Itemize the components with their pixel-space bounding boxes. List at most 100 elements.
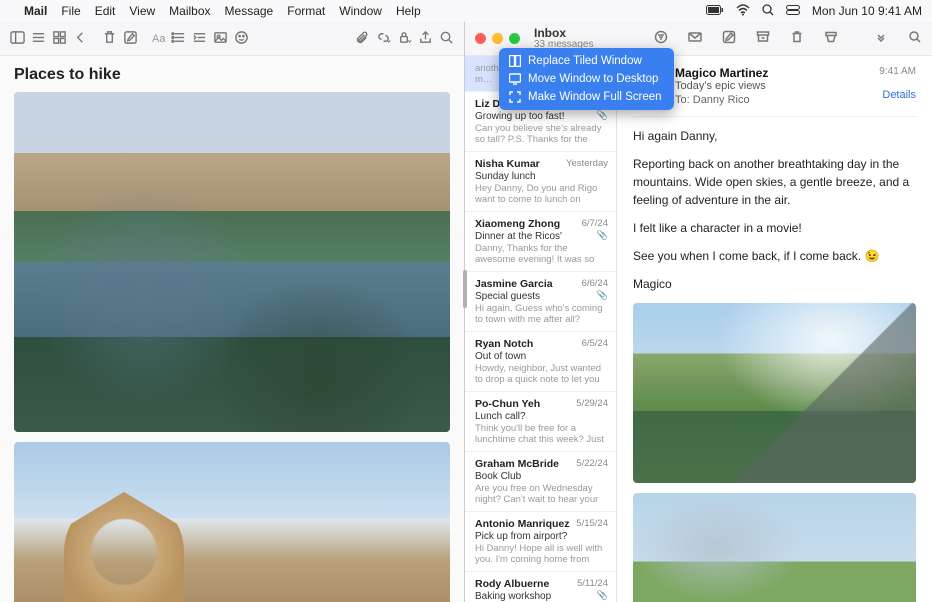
menu-replace-tiled[interactable]: Replace Tiled Window [499, 52, 674, 70]
filter-icon[interactable] [654, 30, 668, 47]
indent-icon[interactable] [192, 30, 207, 48]
msg-preview: Hi Danny! Hope all is well with you. I'm… [475, 543, 608, 565]
attach-icon[interactable] [355, 30, 370, 48]
message-item[interactable]: Antonio Manriquez5/15/24Pick up from air… [465, 512, 616, 572]
menu-view[interactable]: View [129, 4, 155, 18]
menubar-clock[interactable]: Mon Jun 10 9:41 AM [812, 4, 922, 18]
font-icon[interactable]: Aa [152, 33, 165, 45]
search-icon[interactable] [439, 30, 454, 48]
window-controls [475, 33, 520, 44]
menu-fullscreen[interactable]: Make Window Full Screen [499, 88, 674, 106]
share-icon[interactable] [418, 30, 433, 48]
fullscreen-icon [509, 91, 521, 103]
body-p4: See you when I come back, if I come back… [633, 247, 916, 265]
menu-message[interactable]: Message [225, 4, 274, 18]
msg-subject: Dinner at the Ricos' [475, 231, 608, 242]
envelope-icon[interactable] [688, 30, 702, 47]
window-close[interactable] [475, 33, 486, 44]
attachment-icon: 📎 [597, 230, 608, 241]
msg-time: 5/29/24 [576, 398, 608, 409]
menu-file[interactable]: File [61, 4, 80, 18]
left-toolbar: Aa [0, 22, 464, 56]
to-label: To: [675, 94, 690, 106]
junk-icon[interactable] [824, 30, 838, 47]
msg-subject: Book Club [475, 471, 608, 482]
desktop-icon [509, 73, 521, 85]
message-item[interactable]: Jasmine Garcia6/6/24📎Special guestsHi ag… [465, 272, 616, 332]
msg-time: Yesterday [566, 158, 608, 169]
message-item[interactable]: Po-Chun Yeh5/29/24Lunch call?Think you'l… [465, 392, 616, 452]
msg-preview: Think you'll be free for a lunchtime cha… [475, 423, 608, 445]
trash-icon[interactable] [790, 30, 804, 47]
photo-rock-arch [14, 442, 450, 602]
msg-subject: Pick up from airport? [475, 531, 608, 542]
reading-pane[interactable]: Magico Martinez Today's epic views To: D… [617, 56, 932, 602]
menu-help[interactable]: Help [396, 4, 421, 18]
app-menu[interactable]: Mail [24, 4, 47, 18]
window-minimize[interactable] [492, 33, 503, 44]
grid-view-icon[interactable] [52, 30, 67, 48]
link-dropdown-icon[interactable] [376, 30, 391, 48]
archive-icon[interactable] [756, 30, 770, 47]
msg-preview: Howdy, neighbor, Just wanted to drop a q… [475, 363, 608, 385]
attachment-icon: 📎 [597, 110, 608, 121]
msg-subject: Baking workshop [475, 591, 608, 602]
message-item[interactable]: Xiaomeng Zhong6/7/24📎Dinner at the Ricos… [465, 212, 616, 272]
emoji-icon[interactable] [234, 30, 249, 48]
search-icon[interactable] [908, 30, 922, 47]
menu-move-desktop[interactable]: Move Window to Desktop [499, 70, 674, 88]
message-item[interactable]: Graham McBride5/22/24Book ClubAre you fr… [465, 452, 616, 512]
tile-replace-icon [509, 55, 521, 67]
battery-icon[interactable] [706, 4, 724, 18]
lock-dropdown-icon[interactable] [397, 30, 412, 48]
reader-from: Magico Martinez [675, 66, 869, 80]
message-item[interactable]: Rody Albuerne5/11/24📎Baking workshopHell… [465, 572, 616, 602]
spotlight-icon[interactable] [762, 4, 774, 19]
wifi-icon[interactable] [736, 4, 750, 19]
menubar: Mail File Edit View Mailbox Message Form… [0, 0, 932, 22]
attachment-icon: 📎 [597, 590, 608, 601]
format-list-icon[interactable] [171, 30, 186, 48]
message-list[interactable]: another breathtaking day in the m…Liz Di… [465, 56, 617, 602]
message-item[interactable]: Nisha KumarYesterdaySunday lunchHey Dann… [465, 152, 616, 212]
more-icon[interactable] [874, 30, 888, 47]
body-p3: I felt like a character in a movie! [633, 219, 916, 237]
msg-subject: Out of town [475, 351, 608, 362]
sidebar-toggle-icon[interactable] [10, 30, 25, 48]
menu-window[interactable]: Window [339, 4, 382, 18]
back-icon[interactable] [73, 30, 88, 48]
compose-icon[interactable] [722, 30, 736, 47]
split-divider-handle[interactable] [463, 270, 467, 308]
compose-icon[interactable] [123, 30, 138, 48]
reader-to: Danny Rico [693, 94, 750, 106]
photo-icon[interactable] [213, 30, 228, 48]
msg-subject: Growing up too fast! [475, 111, 608, 122]
msg-time: 5/15/24 [576, 518, 608, 529]
menu-edit[interactable]: Edit [95, 4, 116, 18]
delete-icon[interactable] [102, 30, 117, 48]
reader-body: Hi again Danny, Reporting back on anothe… [633, 117, 916, 602]
message-item[interactable]: Ryan Notch6/5/24Out of townHowdy, neighb… [465, 332, 616, 392]
reader-photo-1 [633, 303, 916, 483]
body-p2: Reporting back on another breathtaking d… [633, 155, 916, 209]
window-fullscreen[interactable] [509, 33, 520, 44]
list-view-icon[interactable] [31, 30, 46, 48]
msg-subject: Special guests [475, 291, 608, 302]
right-pane: Inbox 33 messages Replace Tiled Window [465, 22, 932, 602]
msg-preview: Hi again. Guess who's coming to town wit… [475, 303, 608, 325]
details-link[interactable]: Details [879, 89, 916, 101]
body-p5: Magico [633, 275, 916, 293]
window-control-menu: Replace Tiled Window Move Window to Desk… [499, 48, 674, 110]
menu-item-label: Replace Tiled Window [528, 55, 642, 67]
control-center-icon[interactable] [786, 4, 800, 18]
msg-subject: Sunday lunch [475, 171, 608, 182]
document-body[interactable]: Places to hike [0, 56, 464, 602]
menu-item-label: Move Window to Desktop [528, 73, 658, 85]
menu-format[interactable]: Format [287, 4, 325, 18]
msg-subject: Lunch call? [475, 411, 608, 422]
photo-river [14, 92, 450, 432]
menu-mailbox[interactable]: Mailbox [169, 4, 210, 18]
msg-time: 5/22/24 [576, 458, 608, 469]
attachment-icon: 📎 [597, 290, 608, 301]
mailbox-title[interactable]: Inbox 33 messages [534, 27, 593, 50]
